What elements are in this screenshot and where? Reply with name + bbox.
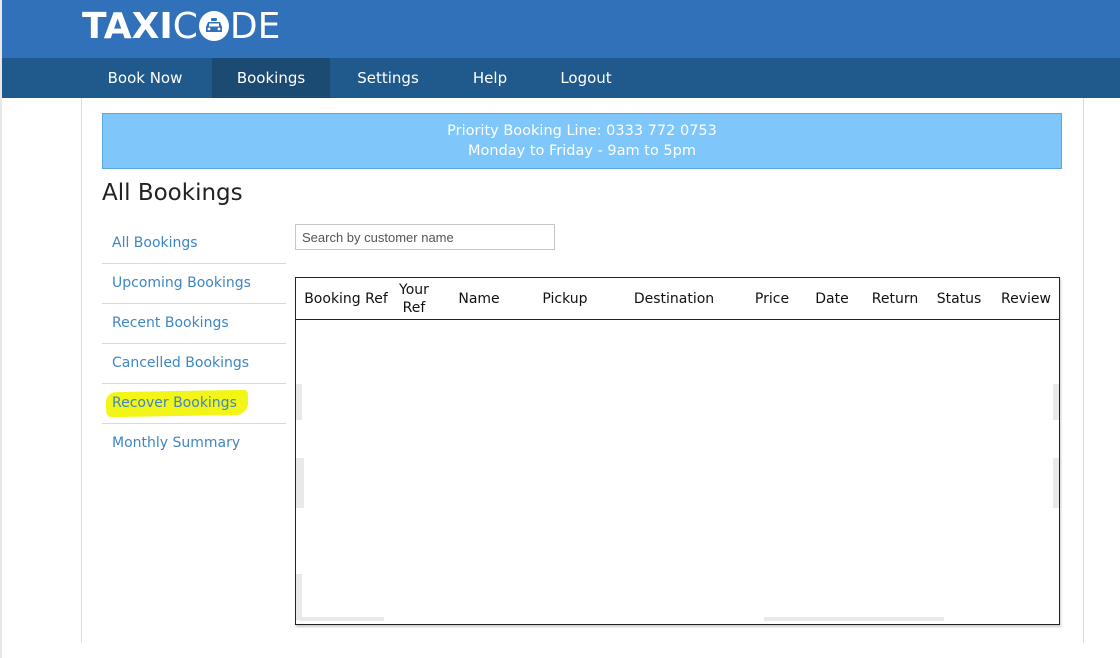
- bookings-sidebar: All Bookings Upcoming Bookings Recent Bo…: [102, 224, 286, 463]
- sidebar-item-label: Monthly Summary: [112, 435, 241, 451]
- nav-book-now[interactable]: Book Now: [80, 58, 210, 98]
- banner-phone-line: Priority Booking Line: 0333 772 0753: [447, 123, 717, 139]
- col-destination[interactable]: Destination: [616, 278, 732, 319]
- loading-artifact: [296, 384, 302, 420]
- sidebar-item-monthly-summary[interactable]: Monthly Summary: [102, 424, 286, 463]
- customer-search-input[interactable]: [295, 224, 555, 250]
- banner-hours-line: Monday to Friday - 9am to 5pm: [468, 143, 696, 159]
- page: TAXI C DE Book Now Bookings Settings Hel…: [0, 0, 1120, 658]
- loading-artifact: [296, 574, 302, 620]
- col-price[interactable]: Price: [742, 278, 802, 319]
- sidebar-item-recent-bookings[interactable]: Recent Bookings: [102, 304, 286, 344]
- logo-text-c: C: [172, 5, 198, 47]
- loading-artifact: [1053, 384, 1059, 420]
- nav-logout[interactable]: Logout: [534, 58, 638, 98]
- col-date[interactable]: Date: [806, 278, 858, 319]
- sidebar-item-label: All Bookings: [112, 235, 198, 251]
- sidebar-item-cancelled-bookings[interactable]: Cancelled Bookings: [102, 344, 286, 384]
- sidebar-item-label: Recent Bookings: [112, 315, 229, 331]
- nav-settings[interactable]: Settings: [330, 58, 446, 98]
- page-title: All Bookings: [102, 180, 243, 206]
- sidebar-item-label: Cancelled Bookings: [112, 355, 250, 371]
- taxi-car-icon: [198, 11, 229, 41]
- sidebar-item-all-bookings[interactable]: All Bookings: [102, 224, 286, 264]
- col-return[interactable]: Return: [864, 278, 926, 319]
- nav-bookings[interactable]: Bookings: [212, 58, 330, 98]
- nav-help[interactable]: Help: [446, 58, 534, 98]
- priority-booking-banner: Priority Booking Line: 0333 772 0753 Mon…: [102, 113, 1062, 169]
- loading-artifact: [764, 617, 944, 621]
- col-pickup[interactable]: Pickup: [522, 278, 608, 319]
- logo-text-bold: TAXI: [82, 5, 173, 47]
- site-header: TAXI C DE: [2, 0, 1120, 58]
- sidebar-item-label: Upcoming Bookings: [112, 275, 251, 291]
- sidebar-item-recover-bookings[interactable]: Recover Bookings: [102, 384, 286, 424]
- sidebar-item-upcoming-bookings[interactable]: Upcoming Bookings: [102, 264, 286, 304]
- table-header-row: Booking Ref Your Ref Name Pickup Destina…: [296, 278, 1059, 320]
- logo-text-light: C DE: [173, 6, 281, 47]
- window-edge: [0, 0, 2, 658]
- loading-artifact: [300, 617, 384, 621]
- col-status[interactable]: Status: [930, 278, 988, 319]
- taxicode-logo[interactable]: TAXI C DE: [82, 4, 280, 48]
- loading-artifact: [296, 458, 304, 508]
- sidebar-item-label: Recover Bookings: [112, 395, 237, 411]
- col-booking-ref[interactable]: Booking Ref: [300, 278, 392, 319]
- main-nav: Book Now Bookings Settings Help Logout: [2, 58, 1120, 98]
- col-your-ref[interactable]: Your Ref: [392, 278, 436, 319]
- col-review[interactable]: Review: [994, 278, 1058, 319]
- logo-text-de: DE: [229, 5, 281, 47]
- bookings-table: Booking Ref Your Ref Name Pickup Destina…: [295, 277, 1060, 625]
- col-name[interactable]: Name: [442, 278, 516, 319]
- loading-artifact: [1053, 458, 1059, 508]
